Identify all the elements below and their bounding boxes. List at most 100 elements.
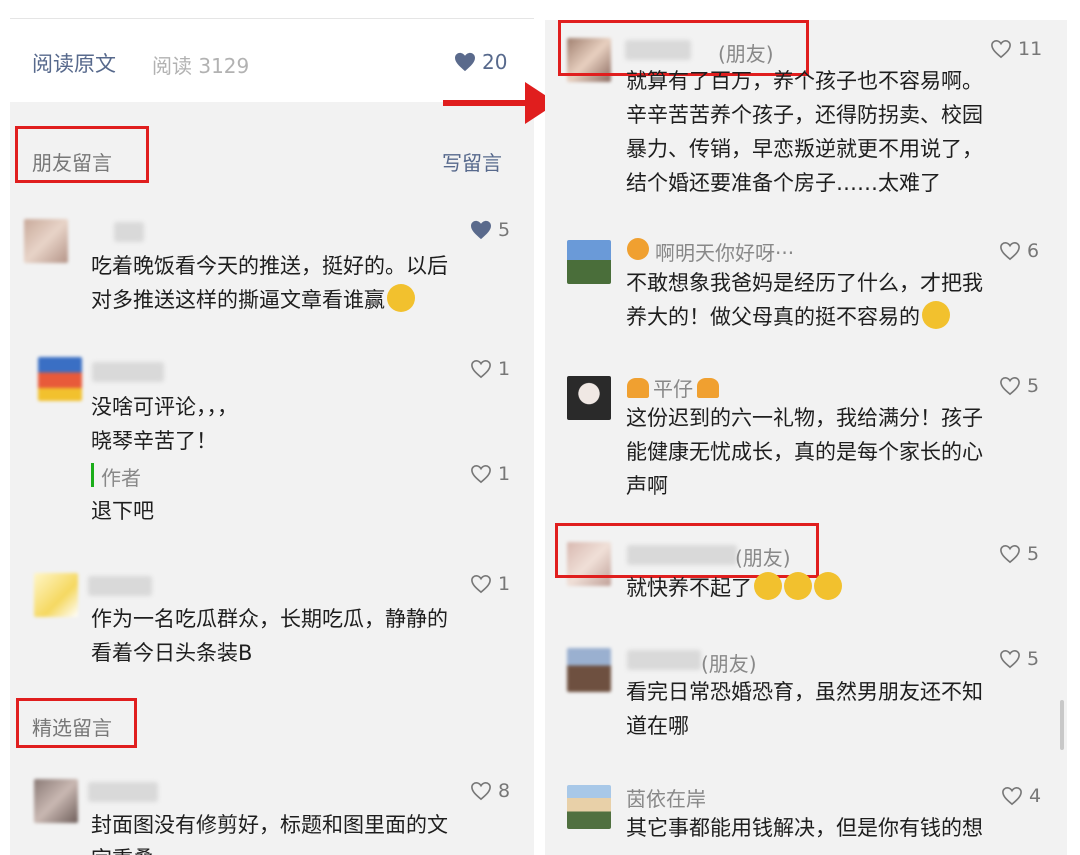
comment-like-button[interactable]: 5: [470, 219, 510, 241]
commenter-avatar[interactable]: [567, 38, 611, 82]
comment-line: 不敢想象我爸妈是经历了什么，才把我: [626, 271, 983, 295]
commenter-name-blurred[interactable]: [114, 222, 144, 242]
crying-emoji-icon: [754, 572, 782, 600]
comment-line: 吃着晚饭看今天的推送，挺好的。以后: [91, 254, 448, 278]
comment-line: 道在哪: [626, 714, 689, 738]
comment-like-button[interactable]: 5: [999, 543, 1039, 565]
read-original-link[interactable]: 阅读原文: [32, 48, 116, 78]
comment-text: 这份迟到的六一礼物，我给满分！孩子 能健康无忧成长，真的是每个家长的心 声啊: [626, 401, 983, 503]
commenter-avatar[interactable]: [567, 648, 611, 692]
commenter-name-blurred[interactable]: [627, 545, 737, 565]
heart-outline-icon: [471, 464, 491, 484]
comment-text: 就快养不起了: [626, 571, 842, 605]
comment-like-count: 5: [1027, 543, 1040, 565]
heart-outline-icon: [471, 781, 491, 801]
heart-outline-icon: [471, 574, 491, 594]
heart-filled-icon: [471, 220, 491, 240]
comment-line: 封面图没有修剪好，标题和图里面的文: [91, 813, 448, 837]
comment-line: 这份迟到的六一礼物，我给满分！孩子: [626, 406, 983, 430]
comment-text: 看完日常恐婚恐育，虽然男朋友还不知 道在哪: [626, 675, 983, 743]
commenter-avatar[interactable]: [34, 779, 78, 823]
comment-text: 就算有了百万，养个孩子也不容易啊。 辛辛苦苦养个孩子，还得防拐卖、校园 暴力、传…: [626, 64, 983, 200]
friends-comments-heading: 朋友留言: [32, 151, 112, 175]
commenter-name-blurred[interactable]: [627, 650, 701, 670]
comment-like-count: 5: [1027, 648, 1040, 670]
commenter-name[interactable]: 茵依在岸: [626, 783, 706, 812]
emoji-icon: [922, 301, 950, 329]
top-divider: [545, 0, 1067, 20]
author-reply-label: 作者: [101, 466, 141, 490]
commenter-avatar[interactable]: [24, 219, 68, 263]
right-comments-panel: (朋友) 11 就算有了百万，养个孩子也不容易啊。 辛辛苦苦养个孩子，还得防拐卖…: [545, 0, 1067, 855]
reply-like-button[interactable]: 1: [470, 463, 510, 485]
author-reply-marker: [91, 463, 94, 487]
comment-like-count: 8: [498, 780, 511, 802]
article-like-count: 20: [482, 50, 508, 74]
commenter-avatar[interactable]: [567, 240, 611, 284]
comment-line-with-emoji: 养大的！做父母真的挺不容易的: [626, 300, 983, 334]
article-like-button[interactable]: 20: [454, 50, 507, 74]
comment-line: 看完日常恐婚恐育，虽然男朋友还不知: [626, 680, 983, 704]
reply-like-count: 1: [498, 463, 511, 485]
comment-text: 其它事都能用钱解决，但是你有钱的想: [626, 811, 983, 845]
comment-like-count: 5: [498, 219, 511, 241]
screenshot-composite: 阅读原文 阅读 3129 20 朋友留言 写留言 5 吃着晚饭看今天的推送，挺好…: [0, 0, 1080, 855]
crying-emoji-icon: [784, 572, 812, 600]
comment-like-button[interactable]: 1: [470, 358, 510, 380]
heart-filled-icon: [455, 52, 475, 72]
comment-like-button[interactable]: 11: [990, 38, 1042, 60]
comment-like-count: 4: [1029, 785, 1042, 807]
heart-outline-icon: [1000, 376, 1020, 396]
comment-line: 晓琴辛苦了！: [91, 429, 217, 453]
comment-like-button[interactable]: 5: [999, 648, 1039, 670]
write-comment-link[interactable]: 写留言: [442, 147, 502, 176]
comment-line: 其它事都能用钱解决，但是你有钱的想: [626, 816, 983, 840]
comment-text: 没啥可评论，，， 晓琴辛苦了！: [91, 390, 238, 458]
heart-outline-icon: [1000, 544, 1020, 564]
comment-line: 没啥可评论，，，: [91, 395, 238, 419]
comment-like-count: 1: [498, 358, 511, 380]
commenter-avatar[interactable]: [567, 376, 611, 420]
comment-line: 看着今日头条装B: [91, 641, 253, 665]
comment-like-button[interactable]: 5: [999, 375, 1039, 397]
crying-emoji-icon: [814, 572, 842, 600]
commenter-avatar[interactable]: [567, 785, 611, 829]
scrollbar-thumb[interactable]: [1060, 700, 1064, 750]
heart-outline-icon: [1000, 241, 1020, 261]
comment-like-button[interactable]: 6: [999, 240, 1039, 262]
comment-line: 能健康无忧成长，真的是每个家长的心: [626, 440, 983, 464]
top-divider: [10, 0, 534, 18]
commenter-name-blurred[interactable]: [88, 782, 158, 802]
commenter-name[interactable]: 啊明天你好呀···: [655, 237, 794, 266]
comment-line: 结个婚还要准备个房子……太难了: [626, 171, 941, 195]
commenter-avatar[interactable]: [38, 357, 82, 401]
commenter-name[interactable]: 平仔: [653, 373, 693, 402]
heart-outline-icon: [1002, 786, 1022, 806]
bow-icon: [627, 378, 649, 398]
commenter-name-blurred[interactable]: [92, 362, 164, 382]
name-emoji-icon: [627, 238, 649, 260]
emoji-icon: [387, 284, 415, 312]
commenter-friend-tag: (朋友): [701, 652, 757, 676]
featured-comments-heading: 精选留言: [32, 716, 112, 740]
comment-text: 封面图没有修剪好，标题和图里面的文 字重叠: [91, 808, 448, 855]
comment-like-button[interactable]: 1: [470, 573, 510, 595]
comment-line: 暴力、传销，早恋叛逆就更不用说了，: [626, 137, 983, 161]
comment-line: 声啊: [626, 474, 668, 498]
commenter-name-blurred[interactable]: [625, 40, 691, 60]
comment-line: 字重叠: [91, 842, 448, 855]
comment-line-with-emoji: 对多推送这样的撕逼文章看谁赢: [91, 283, 448, 317]
comment-like-button[interactable]: 8: [470, 780, 510, 802]
commenter-avatar[interactable]: [567, 542, 611, 586]
comment-line: 辛辛苦苦养个孩子，还得防拐卖、校园: [626, 103, 983, 127]
author-reply-text: 退下吧: [91, 499, 154, 523]
comment-line: 就算有了百万，养个孩子也不容易啊。: [626, 69, 983, 93]
commenter-avatar[interactable]: [34, 573, 78, 617]
comment-like-button[interactable]: 4: [1001, 785, 1041, 807]
commenter-name-blurred[interactable]: [88, 576, 152, 596]
comment-text: 作为一名吃瓜群众，长期吃瓜，静静的 看着今日头条装B: [91, 602, 448, 670]
comment-like-count: 6: [1027, 240, 1040, 262]
comment-like-count: 1: [498, 573, 511, 595]
commenter-friend-tag: (朋友): [718, 42, 774, 66]
comment-line: 就快养不起了: [626, 576, 752, 600]
